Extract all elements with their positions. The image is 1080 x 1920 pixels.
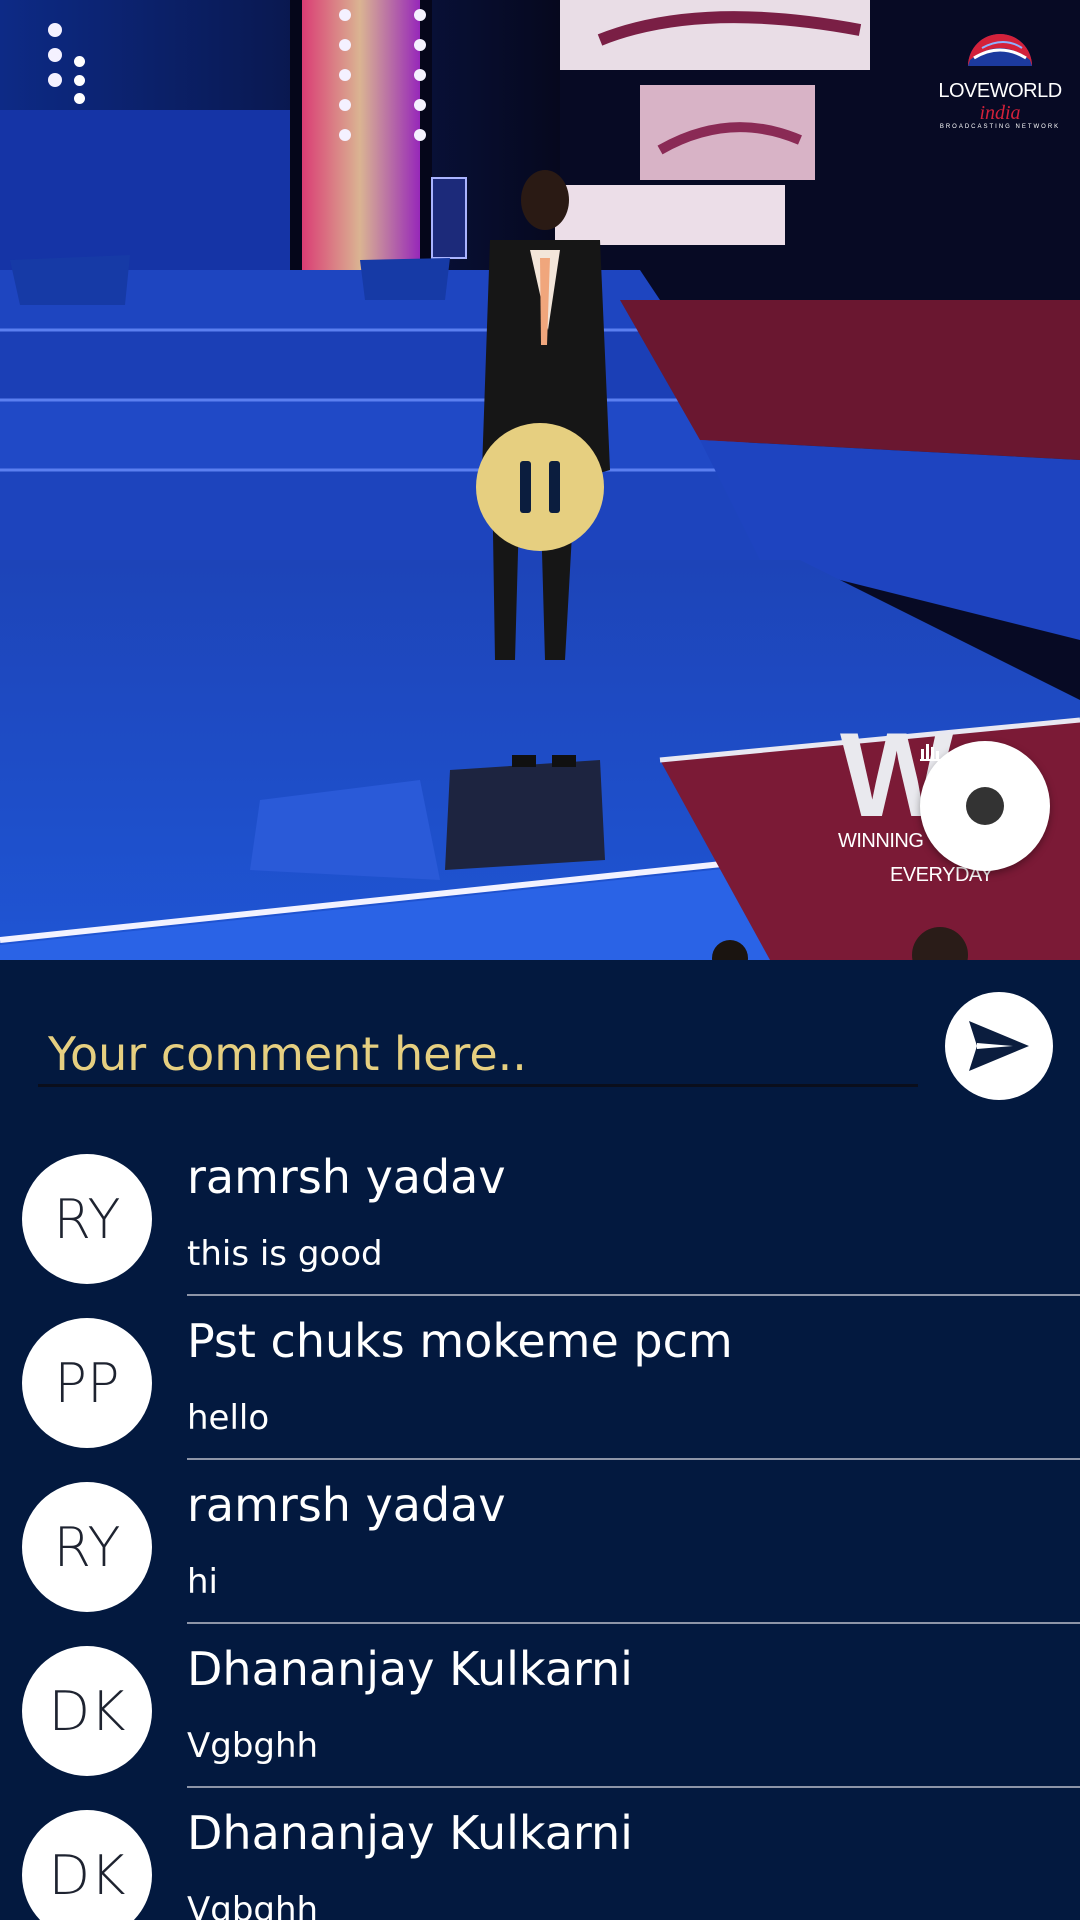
avatar: PP [22, 1318, 152, 1448]
logo-brand-text: LOVEWORLD [938, 80, 1062, 102]
pause-icon [520, 461, 531, 513]
comment-item: RY ramrsh yadav hi [0, 1458, 1080, 1624]
pause-icon-bar [549, 461, 560, 513]
comment-author: Pst chuks mokeme pcm [187, 1314, 733, 1368]
equalizer-icon [920, 744, 1004, 825]
comment-input[interactable] [40, 1006, 910, 1102]
comment-list[interactable]: RY ramrsh yadav this is good PP Pst chuk… [0, 1130, 1080, 1920]
logo-tagline-text: BROADCASTING NETWORK [939, 124, 1061, 130]
channel-logo: LOVEWORLD india BROADCASTING NETWORK [930, 18, 1070, 138]
comment-author: ramrsh yadav [187, 1478, 506, 1532]
avatar: RY [22, 1154, 152, 1284]
globe-logo-icon [968, 34, 1032, 66]
comment-text: this is good [187, 1234, 383, 1274]
menu-dot [73, 74, 85, 86]
avatar: DK [22, 1810, 152, 1920]
comment-item: RY ramrsh yadav this is good [0, 1130, 1080, 1296]
comment-item: PP Pst chuks mokeme pcm hello [0, 1294, 1080, 1460]
equalizer-button[interactable] [920, 741, 1050, 871]
comment-item: DK Dhananjay Kulkarni Vgbghh [0, 1786, 1080, 1920]
avatar: RY [22, 1482, 152, 1612]
avatar: DK [22, 1646, 152, 1776]
comment-input-underline [38, 1084, 918, 1087]
menu-dot [73, 93, 85, 104]
comment-text: Vgbghh [187, 1726, 319, 1766]
watermark-line1: WINNING [838, 830, 924, 852]
comment-text: hello [187, 1398, 270, 1438]
video-player[interactable]: LOVEWORLD india BROADCASTING NETWORK W W… [0, 0, 1080, 960]
comment-author: Dhananjay Kulkarni [187, 1642, 633, 1696]
send-button[interactable] [945, 992, 1053, 1100]
comment-author: ramrsh yadav [187, 1150, 506, 1204]
comment-item: DK Dhananjay Kulkarni Vgbghh [0, 1622, 1080, 1788]
pause-button[interactable] [476, 423, 604, 551]
menu-dot [73, 56, 85, 67]
comment-author: Dhananjay Kulkarni [187, 1806, 633, 1860]
comment-text: hi [187, 1562, 218, 1602]
send-icon [969, 1021, 1029, 1071]
logo-sub-text: india [979, 102, 1021, 124]
live-comments-screen: LOVEWORLD india BROADCASTING NETWORK W W… [0, 0, 1080, 1920]
more-options-icon[interactable] [62, 56, 96, 104]
comment-text: Vgbghh [187, 1890, 319, 1920]
